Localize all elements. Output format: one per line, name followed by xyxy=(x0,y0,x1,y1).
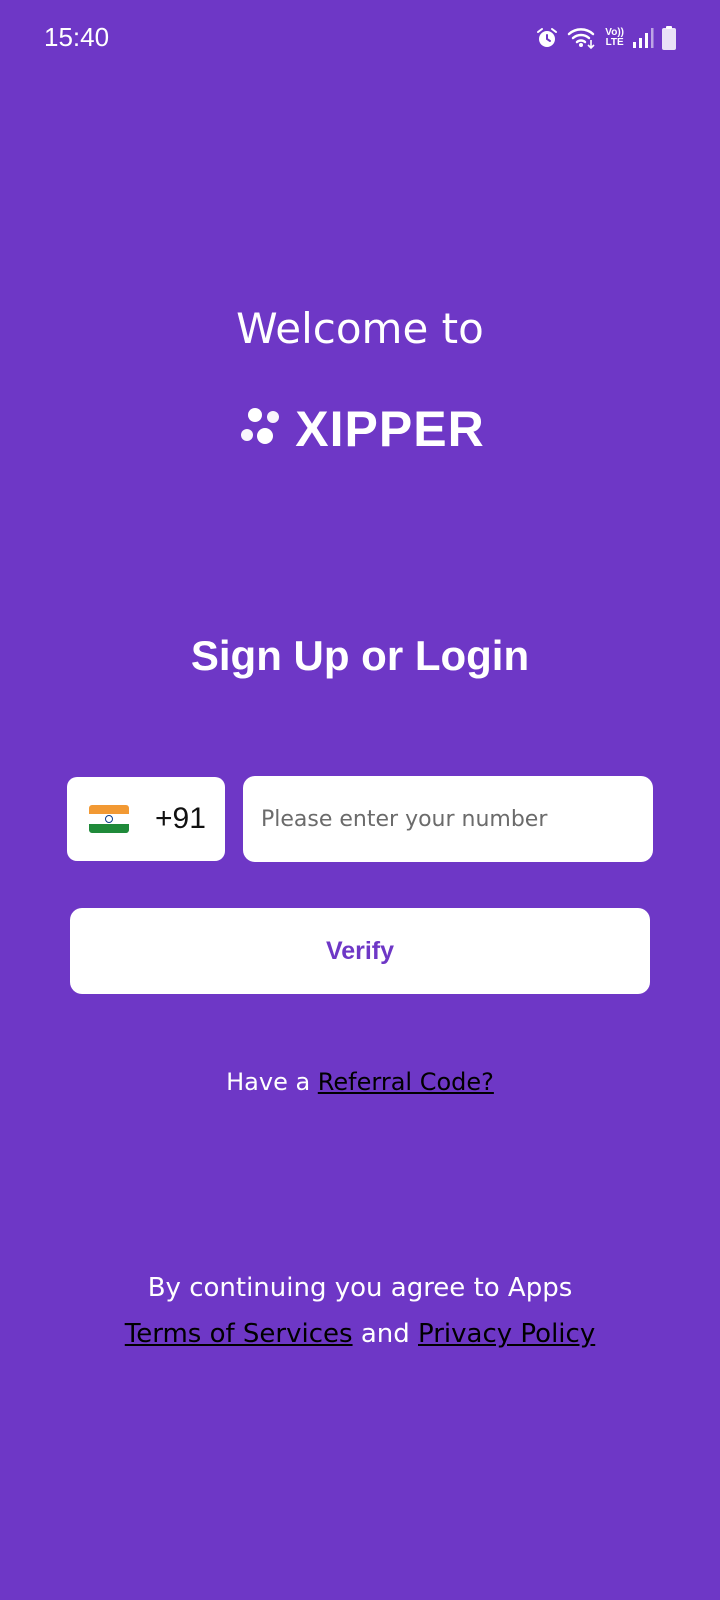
signal-icon xyxy=(632,27,654,49)
country-code-selector[interactable]: +91 xyxy=(67,777,225,861)
privacy-policy-link[interactable]: Privacy Policy xyxy=(418,1319,595,1349)
referral-code-link[interactable]: Referral Code? xyxy=(318,1068,494,1096)
status-time: 15:40 xyxy=(44,22,110,52)
legal-and: and xyxy=(352,1319,419,1349)
legal-notice: By continuing you agree to Apps Terms of… xyxy=(0,1265,720,1357)
referral-line: Have a Referral Code? xyxy=(0,1068,720,1096)
terms-of-services-link[interactable]: Terms of Services xyxy=(125,1319,353,1349)
brand-name: XIPPER xyxy=(295,401,485,457)
brand-logo: XIPPER xyxy=(0,400,720,458)
volte-icon: Vo)) LTE xyxy=(605,28,624,48)
verify-button[interactable]: Verify xyxy=(70,908,650,994)
lte-label: LTE xyxy=(605,37,624,48)
legal-links: Terms of Services and Privacy Policy xyxy=(0,1311,720,1357)
status-icons: Vo)) LTE xyxy=(535,26,676,50)
india-flag-icon xyxy=(89,805,129,833)
legal-intro: By continuing you agree to Apps xyxy=(147,1273,573,1303)
alarm-icon xyxy=(535,26,559,50)
wifi-icon xyxy=(567,26,597,50)
welcome-heading: Welcome to xyxy=(236,304,484,353)
country-code-label: +91 xyxy=(155,802,206,835)
battery-icon xyxy=(662,26,676,50)
phone-number-input[interactable] xyxy=(243,776,653,862)
status-bar: 15:40 Vo)) LTE xyxy=(0,0,720,80)
page-title: Sign Up or Login xyxy=(190,632,530,679)
referral-prefix: Have a xyxy=(226,1068,318,1096)
xipper-logo-icon xyxy=(235,405,287,453)
